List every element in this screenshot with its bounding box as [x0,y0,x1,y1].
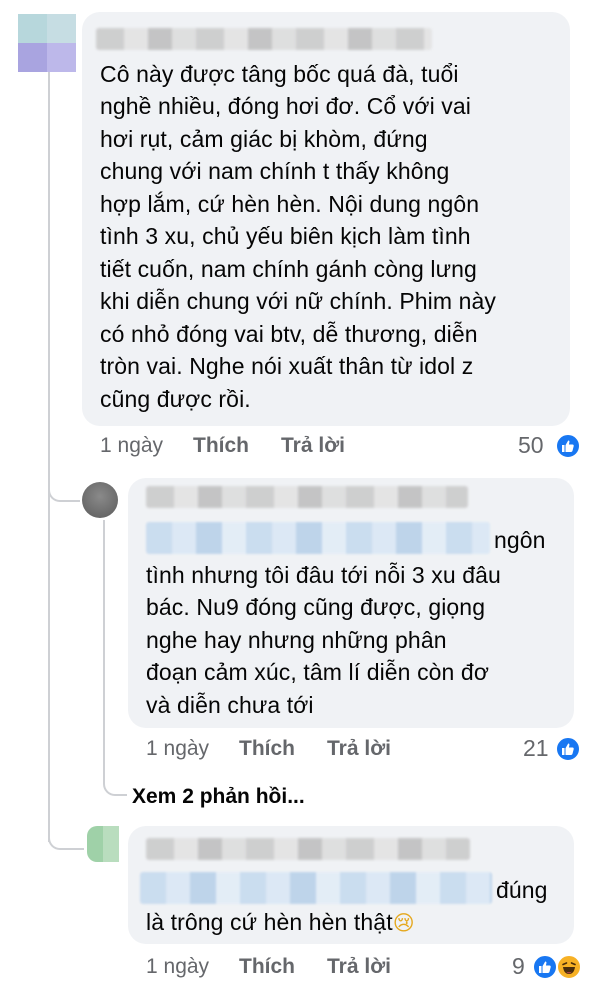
like-icon [555,433,581,459]
reply-button[interactable]: Trả lời [281,434,345,458]
like-button[interactable]: Thích [193,434,249,458]
haha-icon [556,954,582,980]
comment-line: khi diễn chung với nữ chính. Phim này [100,288,497,314]
comment-line: nghề nhiều, đóng hơi đơ. Cổ với vai [100,93,471,119]
reply-line: bác. Nu9 đóng cũng được, giọng [146,594,486,620]
reply-line: nghe hay nhưng những phân [146,627,447,653]
mention-tag-redacted[interactable] [140,872,492,904]
reply-button[interactable]: Trả lời [327,737,391,761]
thread-line-reply-1 [103,520,105,765]
crying-emoji-icon: 😢 [392,911,415,935]
comment-timestamp[interactable]: 1 ngày [146,737,209,761]
reply-line: và diễn chưa tới [146,692,314,718]
comment-timestamp[interactable]: 1 ngày [100,434,163,458]
reaction-count[interactable]: 50 [518,432,544,459]
comment-line: chung với nam chính t thấy không [100,158,450,184]
avatar[interactable] [18,14,76,72]
reaction-count[interactable]: 9 [512,953,525,980]
comment-line: có nhỏ đóng vai btv, dễ thương, diễn [100,321,478,347]
reply-line: là trông cứ hèn hèn thật😢 [146,909,415,935]
reply-line: đoạn cảm xúc, tâm lí diễn còn đơ [146,659,490,685]
view-more-replies-link[interactable]: Xem 2 phản hồi... [132,785,305,809]
reaction-count[interactable]: 21 [523,735,549,762]
avatar[interactable] [87,826,119,862]
comment-line: tình 3 xu, chủ yếu biên kịch làm tình [100,223,471,249]
thread-connector-reply-2 [48,826,84,850]
like-button[interactable]: Thích [239,737,295,761]
comment-line: tiết cuốn, nam chính gánh còng lưng [100,256,477,282]
commenter-name-redacted[interactable] [146,486,468,508]
comment-timestamp[interactable]: 1 ngày [146,955,209,979]
reply-line: ngôn [494,527,546,553]
comment-line: hơi rụt, cảm giác bị khòm, đứng [100,126,428,152]
comment-line: cũng được rồi. [100,386,251,412]
like-button[interactable]: Thích [239,955,295,979]
thread-line-main [48,62,50,842]
avatar[interactable] [82,482,118,518]
like-icon [555,736,581,762]
reply-button[interactable]: Trả lời [327,955,391,979]
comment-line: tròn vai. Nghe nói xuất thân từ idol z [100,353,474,379]
commenter-name-redacted[interactable] [96,28,432,50]
reply-line: tình nhưng tôi đâu tới nỗi 3 xu đâu [146,562,501,588]
thread-connector-see-more [103,760,127,796]
reply-line: đúng [496,877,548,903]
like-icon [532,954,558,980]
commenter-name-redacted[interactable] [146,838,470,860]
comment-line: hợp lắm, cứ hèn hèn. Nội dung ngôn [100,191,480,217]
thread-connector-reply-1 [48,470,80,502]
comment-line: Cô này được tâng bốc quá đà, tuổi [100,61,459,87]
mention-tag-redacted[interactable] [146,522,490,554]
